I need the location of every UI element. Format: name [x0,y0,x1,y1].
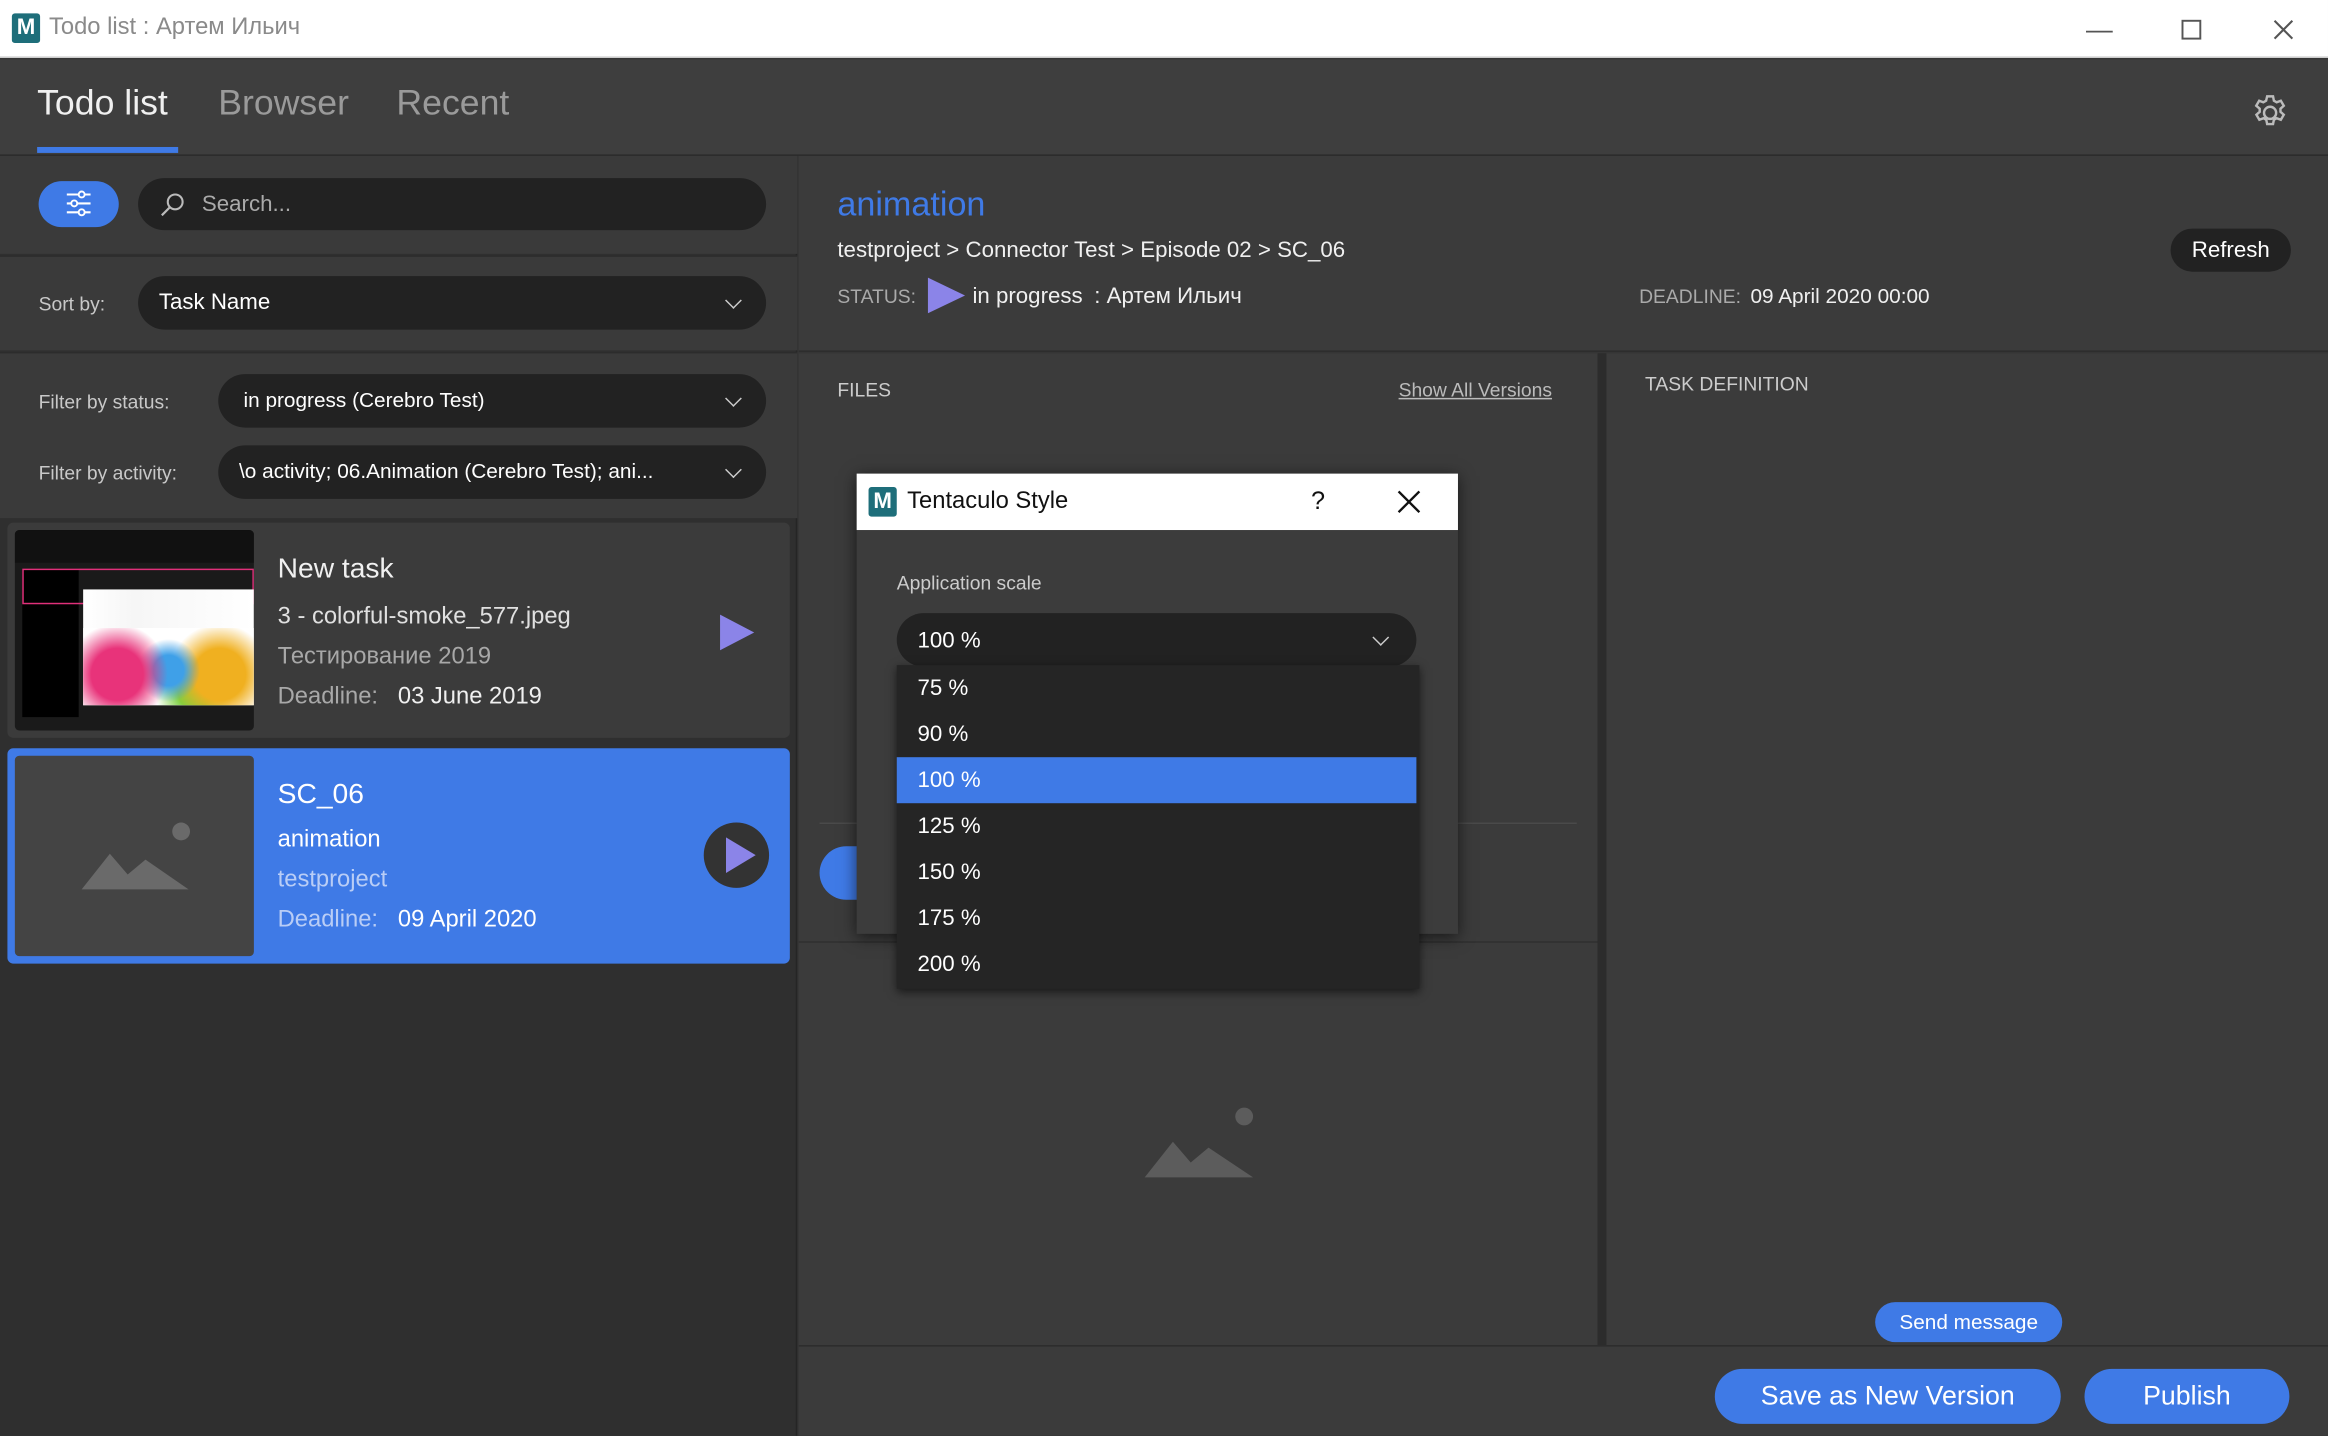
search-row: Search... [0,155,798,254]
play-button[interactable] [703,822,770,888]
play-icon[interactable] [716,612,758,661]
dialog-title: Tentaculo Style [907,488,1069,514]
breadcrumb: testproject > Connector Test > Episode 0… [837,237,1346,263]
image-placeholder-icon [81,822,191,890]
title-bar: M Todo list : Артем Ильич — [0,0,2328,58]
filter-status-value: in progress (Cerebro Test) [243,387,485,412]
pane-splitter[interactable] [1597,353,1607,1346]
scale-option[interactable]: 175 % [897,895,1417,941]
status-value: in progress [972,283,1083,309]
application-scale-label: Application scale [896,571,1042,594]
show-all-versions-link[interactable]: Show All Versions [1399,379,1552,401]
scale-option-selected[interactable]: 100 % [896,757,1417,804]
sort-value: Task Name [158,289,271,315]
filter-activity-label: Filter by activity: [38,461,177,485]
task-deadline: 03 June 2019 [397,684,542,710]
task-detail-header: animation testproject > Connector Test >… [798,155,2328,352]
task-list-panel: Search... Sort by: Task Name Filter by s… [0,155,798,1436]
sort-select[interactable]: Task Name [138,276,767,330]
scale-value: 100 % [917,628,981,654]
activity-title: animation [837,184,986,223]
task-deadline-label: Deadline: [277,684,379,710]
scale-option[interactable]: 125 % [897,803,1417,849]
app-window: M Todo list : Артем Ильич — Todo list Br… [0,0,2328,1436]
task-name: SC_06 [277,779,364,811]
task-thumbnail-placeholder [14,755,254,957]
dialog-title-bar: M Tentaculo Style ? [856,473,1458,531]
status-user: : Артем Ильич [1094,283,1242,309]
filter-activity-select[interactable]: \o activity; 06.Animation (Cerebro Test)… [218,445,767,499]
filter-status-label: Filter by status: [38,390,170,413]
scale-option[interactable]: 90 % [897,711,1417,757]
task-activity: animation [277,826,381,853]
search-icon [161,193,184,217]
task-card-selected[interactable]: SC_06 animation testproject Deadline: 09… [7,748,790,964]
help-button[interactable]: ? [1311,487,1325,517]
task-definition-pane: TASK DEFINITION Send message [1606,353,2328,1346]
publish-button[interactable]: Publish [2084,1368,2290,1424]
close-icon [1397,490,1421,514]
main-tabs-bar: Todo list Browser Recent [0,59,2328,156]
tab-todo-list[interactable]: Todo list [37,83,168,125]
close-window-button[interactable] [2254,10,2313,49]
filter-status-select[interactable]: in progress (Cerebro Test) [218,374,767,428]
scale-option[interactable]: 75 % [897,665,1417,711]
dialog-close-button[interactable] [1397,490,1421,521]
deadline-value: 09 April 2020 00:00 [1750,283,1930,308]
task-card[interactable]: New task 3 - colorful-smoke_577.jpeg Тес… [7,522,790,738]
send-message-button[interactable]: Send message [1875,1302,2063,1343]
minimize-button[interactable]: — [2070,10,2129,49]
refresh-button[interactable]: Refresh [2170,228,2291,272]
play-icon [726,837,756,873]
task-project: testproject [277,867,388,893]
files-header: FILES [837,378,891,401]
sliders-icon [66,190,91,217]
sort-row: Sort by: Task Name [0,255,798,351]
task-deadline: 09 April 2020 [397,907,537,933]
chevron-down-icon [725,292,742,309]
filters-row: Filter by status: in progress (Cerebro T… [0,351,798,519]
tab-recent[interactable]: Recent [396,83,509,125]
scale-option[interactable]: 200 % [897,941,1417,987]
task-definition-header: TASK DEFINITION [1645,372,1809,395]
app-logo-icon: M [11,13,41,44]
chevron-down-icon [1372,629,1390,646]
maximize-button[interactable] [2162,10,2221,49]
save-new-version-button[interactable]: Save as New Version [1714,1368,2061,1424]
chevron-down-icon [725,390,742,407]
search-placeholder: Search... [201,191,292,217]
chevron-down-icon [725,461,742,479]
deadline-label: DEADLINE: [1639,285,1742,308]
tab-browser[interactable]: Browser [218,83,349,125]
scale-dropdown-list: 75 % 90 % 100 % 125 % 150 % 175 % 200 % [896,665,1420,989]
task-thumbnail [14,530,254,731]
app-logo-icon: M [868,486,897,517]
status-triangle-icon [927,277,966,314]
filter-toggle-button[interactable] [38,181,119,228]
scale-option[interactable]: 150 % [897,849,1417,895]
application-scale-select[interactable]: 100 % [896,613,1417,667]
task-file: 3 - colorful-smoke_577.jpeg [277,604,571,630]
status-label: STATUS: [837,285,917,308]
maximize-icon [2181,19,2202,40]
sort-label: Sort by: [38,292,106,315]
image-placeholder-icon [1144,1107,1254,1178]
active-tab-indicator [37,146,179,153]
filter-activity-value: \o activity; 06.Animation (Cerebro Test)… [239,458,654,483]
bottom-action-bar: Save as New Version Publish [798,1345,2328,1436]
task-name: New task [277,553,394,585]
task-deadline-label: Deadline: [277,907,379,933]
close-icon [2273,20,2294,40]
search-input[interactable]: Search... [138,178,767,231]
settings-gear-icon[interactable] [2249,92,2291,134]
window-title: Todo list : Артем Ильич [48,14,301,41]
task-project: Тестирование 2019 [277,644,492,670]
